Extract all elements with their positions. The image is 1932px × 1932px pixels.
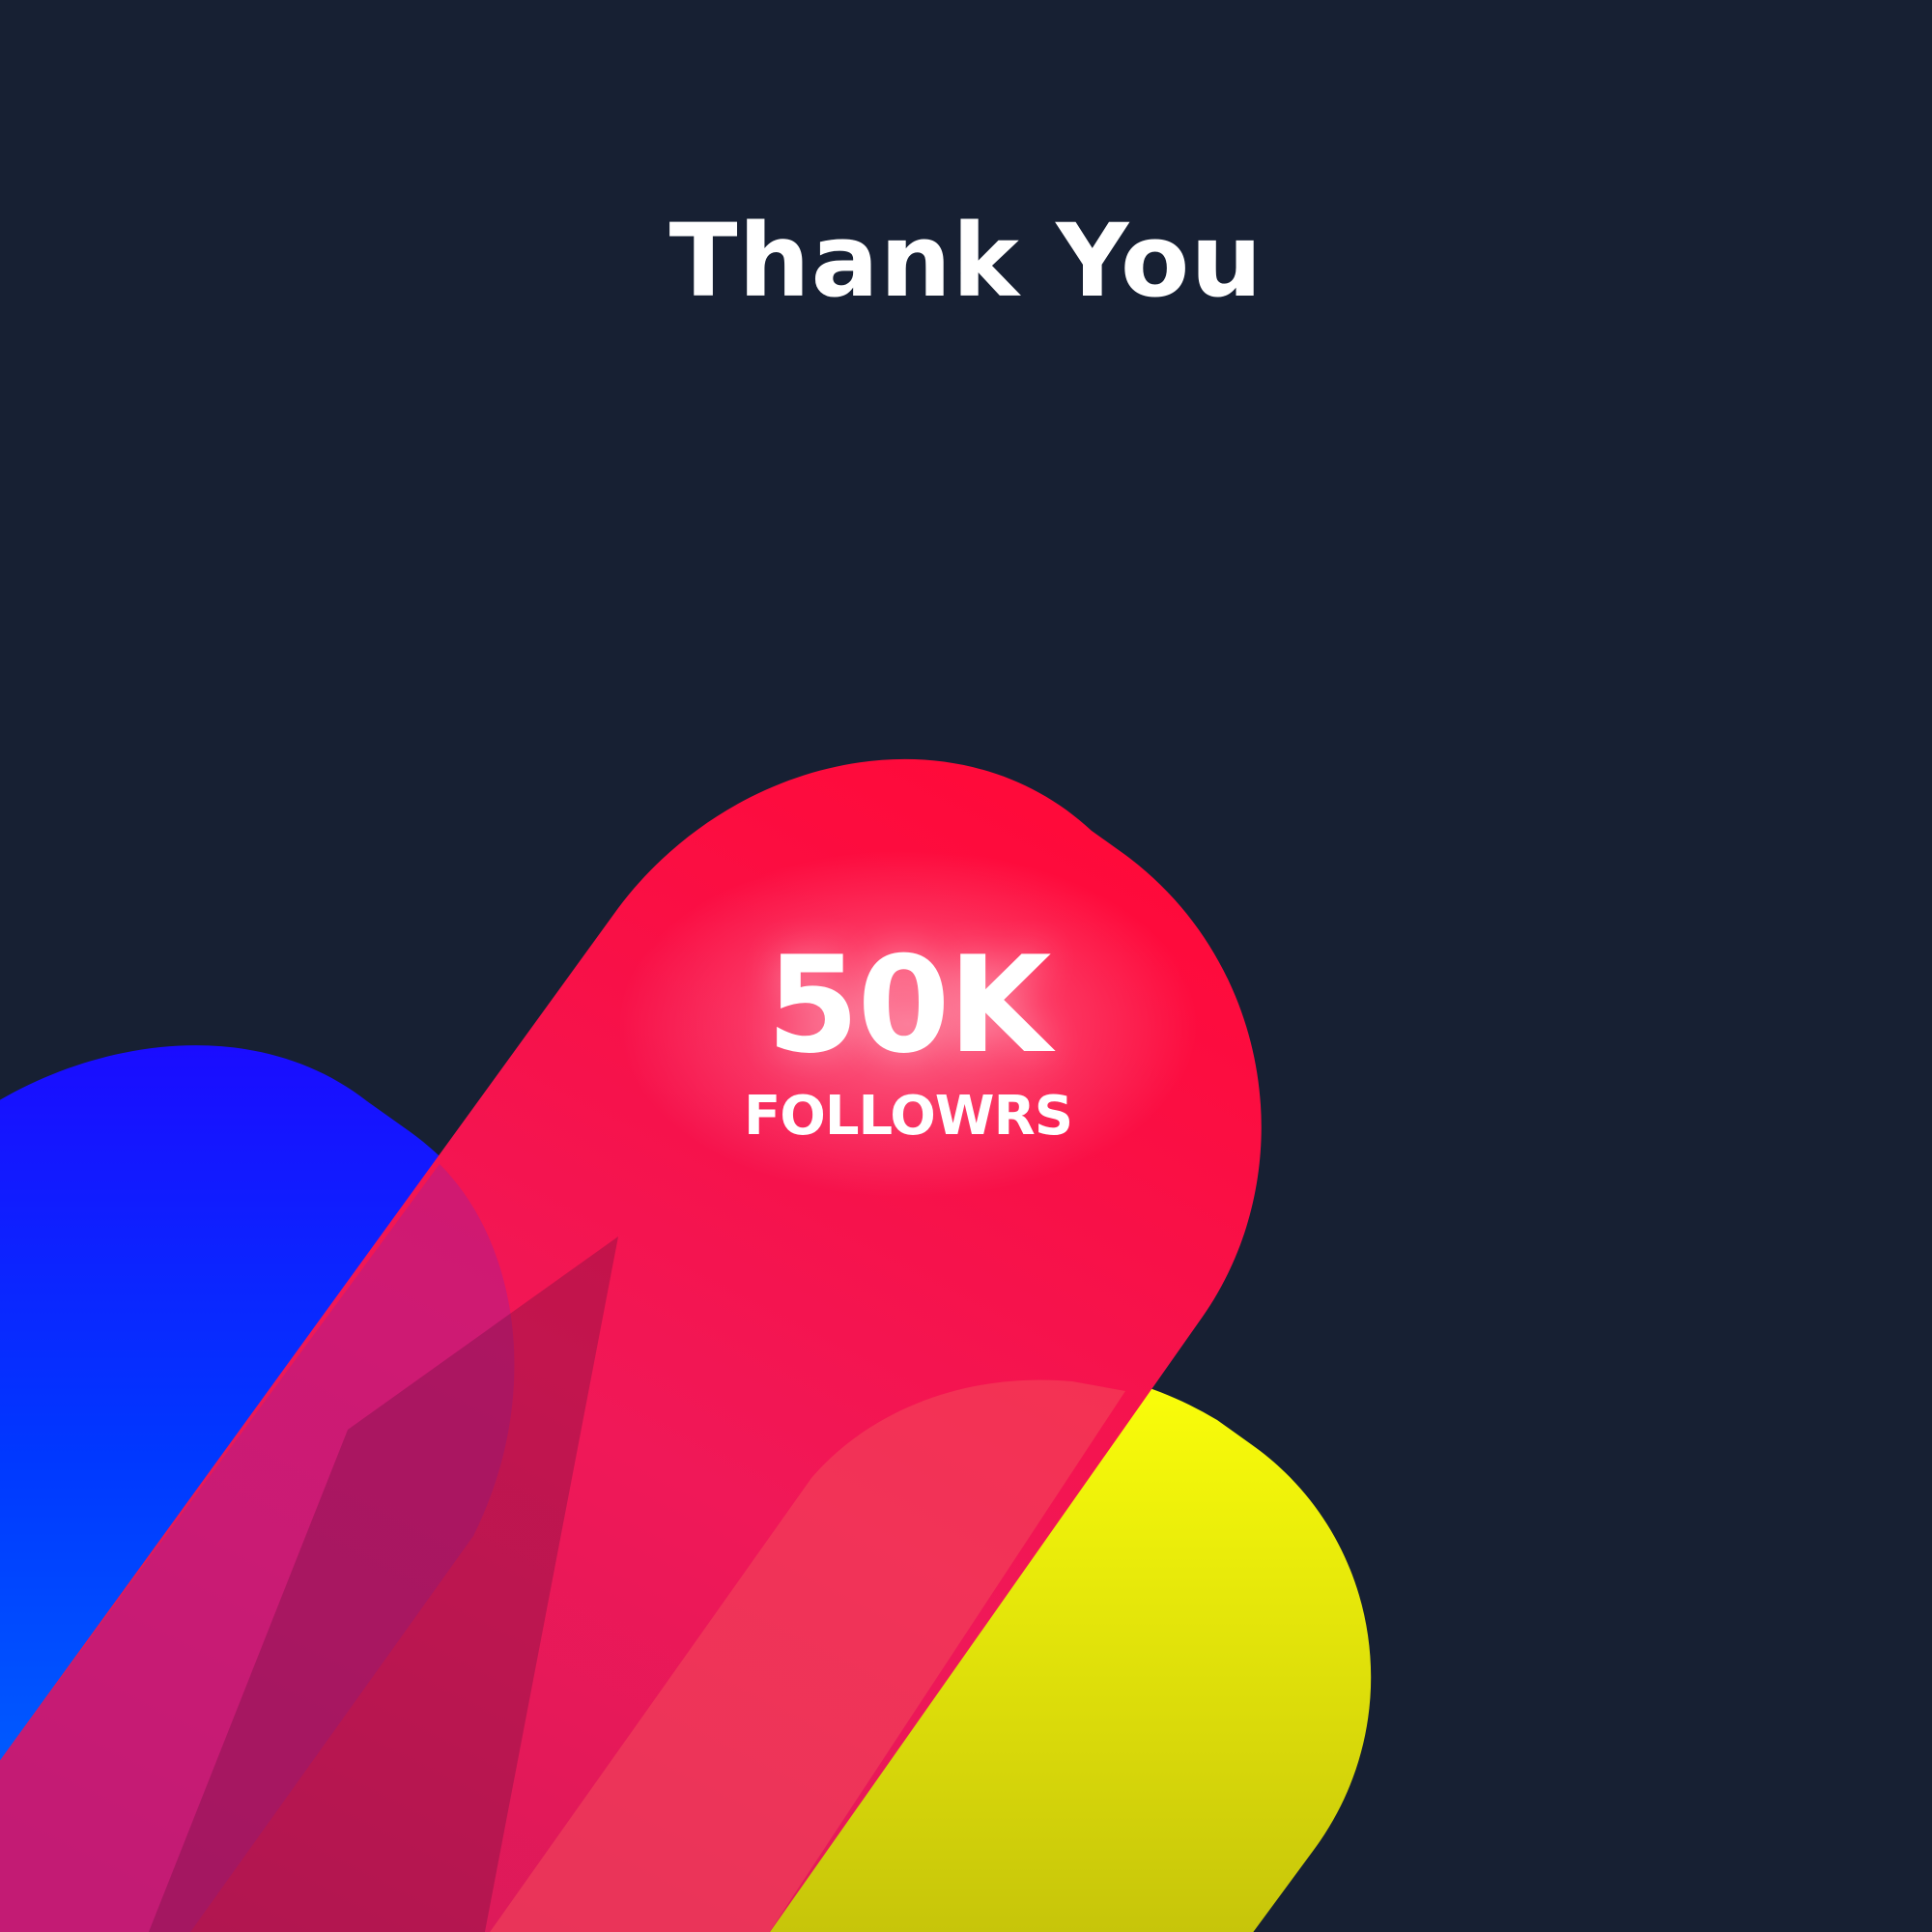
milestone-number: 50K xyxy=(766,927,1052,1083)
page-title: Thank You xyxy=(668,201,1264,320)
milestone-label: FOLLOWRS xyxy=(743,1085,1073,1148)
thank-you-card: Thank You 50K FOLLOWRS xyxy=(0,0,1932,1932)
